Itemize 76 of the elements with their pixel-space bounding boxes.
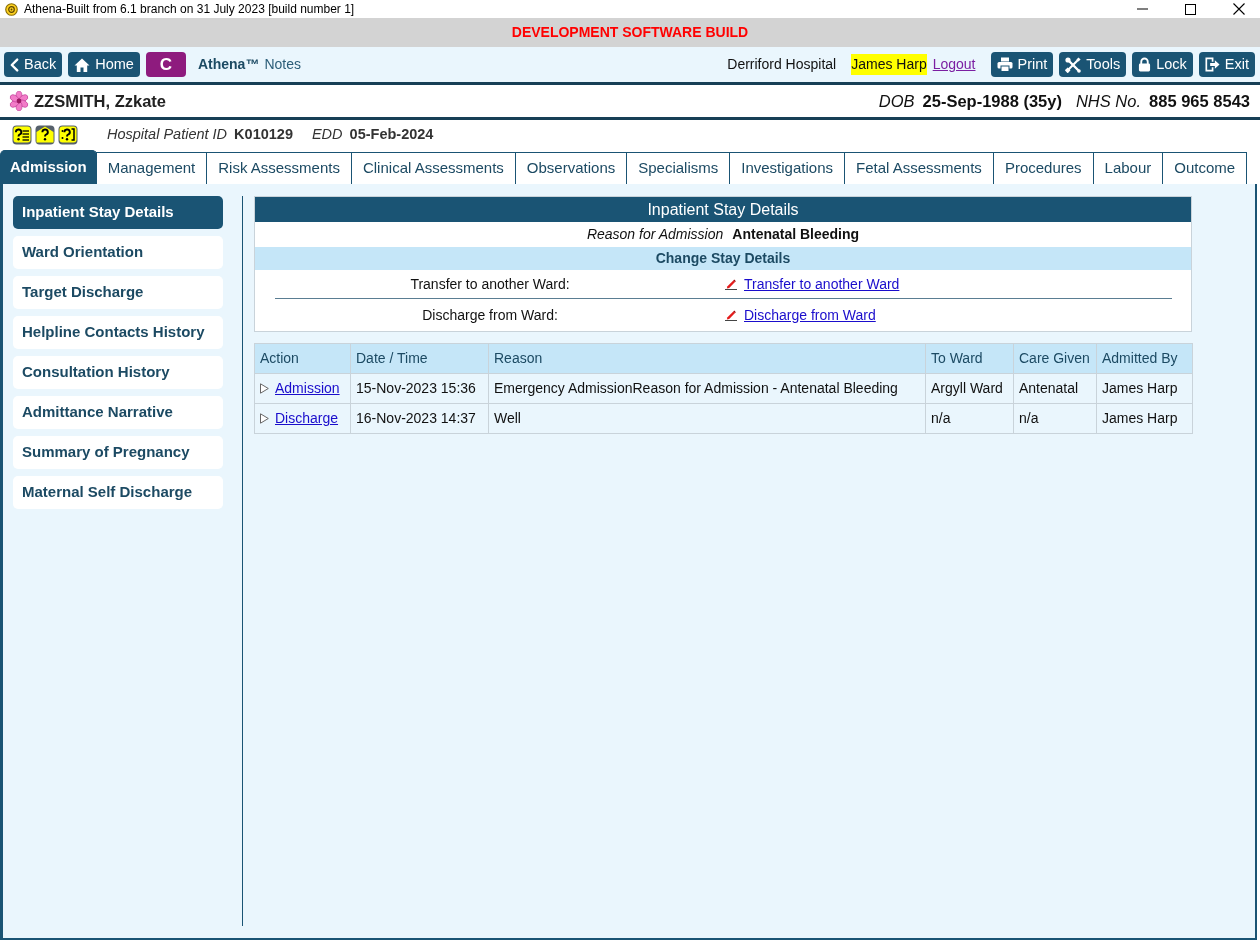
table-cell: Antenatal: [1013, 373, 1097, 404]
nhs-label: NHS No.: [1075, 90, 1142, 112]
hospital-name: Derriford Hospital: [727, 55, 837, 74]
field-label: Discharge from Ward:: [422, 306, 558, 323]
hospital-id-label: Hospital Patient ID: [107, 125, 228, 145]
column-header: Reason: [488, 343, 926, 374]
sidebar-item[interactable]: Ward Orientation: [13, 236, 223, 269]
reason-value: Antenatal Bleeding: [732, 225, 860, 244]
module-button[interactable]: C: [145, 52, 186, 77]
module-name: Notes: [264, 55, 301, 74]
pencil-icon[interactable]: [725, 309, 737, 321]
window-title: Athena-Built from 6.1 branch on 31 July 2023 [build number 1]: [24, 1, 355, 18]
exit-button[interactable]: Exit: [1198, 52, 1255, 77]
sidebar-item[interactable]: Target Discharge: [13, 276, 223, 309]
column-header: To Ward: [925, 343, 1014, 374]
sidebar-item[interactable]: Maternal Self Discharge: [13, 476, 223, 509]
expand-triangle-icon[interactable]: [260, 383, 269, 394]
chevron-left-icon: [10, 57, 19, 72]
table-cell: James Harp: [1096, 403, 1193, 434]
table-cell: Well: [488, 403, 926, 434]
logout-link[interactable]: Logout: [932, 54, 976, 75]
printer-icon: [996, 57, 1013, 72]
flower-icon: [9, 91, 29, 111]
app-icon: [5, 2, 18, 16]
edd-label: EDD: [311, 125, 343, 145]
sidebar-item[interactable]: Helpline Contacts History: [13, 316, 223, 349]
column-header: Admitted By: [1096, 343, 1193, 374]
tools-icon: [1065, 56, 1082, 73]
panel-title: Inpatient Stay Details: [647, 201, 799, 218]
reason-label: Reason for Admission: [586, 225, 724, 244]
question-icon[interactable]: [35, 125, 55, 145]
column-header: Care Given: [1013, 343, 1097, 374]
build-warning-text: DEVELOPMENT SOFTWARE BUILD: [511, 23, 749, 42]
home-icon: [74, 57, 91, 72]
action-link[interactable]: Admission: [275, 378, 340, 399]
section-title: Change Stay Details: [655, 250, 791, 266]
sidebar-item[interactable]: Summary of Pregnancy: [13, 436, 223, 469]
action-link[interactable]: Discharge from Ward: [744, 304, 876, 326]
column-header: Action: [254, 343, 351, 374]
sidebar-item[interactable]: Consultation History: [13, 356, 223, 389]
expand-triangle-icon[interactable]: [260, 413, 269, 424]
table-cell: James Harp: [1096, 373, 1193, 404]
sidebar-item[interactable]: Inpatient Stay Details: [13, 196, 223, 229]
table-cell: Argyll Ward: [925, 373, 1014, 404]
app-name: Athena™: [197, 55, 260, 74]
tools-button[interactable]: Tools: [1059, 52, 1127, 77]
table-cell: n/a: [925, 403, 1014, 434]
question-note-icon[interactable]: [58, 125, 78, 145]
user-name: James Harp: [851, 54, 927, 75]
exit-door-icon: [1204, 57, 1220, 72]
patient-name: ZZSMITH, Zzkate: [34, 90, 166, 112]
action-link[interactable]: Discharge: [275, 408, 339, 429]
edd-value: 05-Feb-2024: [349, 125, 434, 145]
question-list-icon[interactable]: [12, 125, 32, 145]
padlock-icon: [1138, 57, 1152, 72]
tab[interactable]: Outcome: [1162, 152, 1248, 184]
table-cell: n/a: [1013, 403, 1097, 434]
close-icon[interactable]: [1233, 3, 1245, 15]
tab[interactable]: Admission: [0, 150, 97, 184]
home-button[interactable]: Home: [68, 52, 140, 77]
hospital-id-value: K010129: [234, 125, 293, 145]
sidebar-item[interactable]: Admittance Narrative: [13, 396, 223, 429]
table-cell: 15-Nov-2023 15:36: [350, 373, 489, 404]
print-button[interactable]: Print: [990, 52, 1054, 77]
table-cell: Emergency AdmissionReason for Admission - Antenatal Bleeding: [488, 373, 926, 404]
action-link[interactable]: Transfer to another Ward: [744, 273, 900, 295]
dob-value: 25-Sep-1988 (35y): [922, 90, 1062, 112]
nhs-number: 885 965 8543: [1149, 90, 1250, 112]
back-button[interactable]: Back: [4, 52, 63, 77]
maximize-icon[interactable]: [1185, 3, 1196, 15]
lock-button[interactable]: Lock: [1132, 52, 1193, 77]
field-label: Transfer to another Ward:: [410, 275, 570, 292]
pencil-icon[interactable]: [725, 278, 737, 290]
dob-label: DOB: [878, 90, 915, 112]
column-header: Date / Time: [350, 343, 489, 374]
table-cell: 16-Nov-2023 14:37: [350, 403, 489, 434]
